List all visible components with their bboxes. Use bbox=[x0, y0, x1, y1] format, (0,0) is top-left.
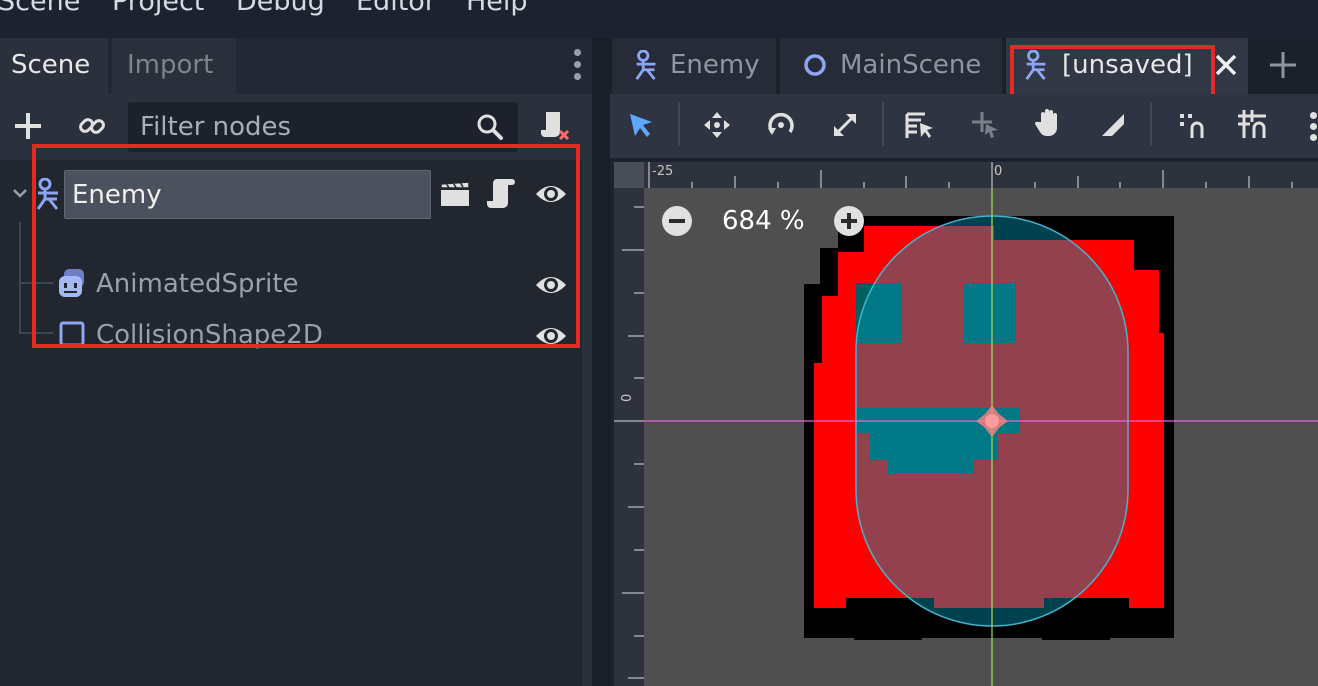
detach-script-icon[interactable] bbox=[538, 108, 572, 144]
smart-snap-icon[interactable] bbox=[1176, 110, 1206, 140]
scale-tool-icon[interactable] bbox=[830, 110, 860, 140]
search-icon bbox=[477, 114, 503, 140]
add-tab-icon[interactable] bbox=[1268, 50, 1298, 80]
close-icon[interactable] bbox=[1213, 52, 1239, 78]
menu-bar: Scene Project Debug Editor Help bbox=[0, 0, 1318, 20]
pivot-tool-icon[interactable] bbox=[970, 110, 1000, 140]
scene-tab-label: Enemy bbox=[670, 50, 760, 80]
scene-tab-label: [unsaved] bbox=[1062, 50, 1193, 80]
scene-tab-enemy[interactable]: Enemy bbox=[612, 38, 776, 94]
scene-dock: Scene Import Filter nodes Enemy Animated… bbox=[0, 38, 592, 686]
script-icon[interactable] bbox=[486, 176, 518, 212]
ruler-tool-icon[interactable] bbox=[1098, 110, 1128, 140]
menu-debug[interactable]: Debug bbox=[236, 0, 325, 17]
tab-scene[interactable]: Scene bbox=[0, 38, 108, 94]
select-tool-icon[interactable] bbox=[626, 110, 656, 140]
tree-row-animatedsprite[interactable]: AnimatedSprite bbox=[0, 259, 582, 309]
scene-tab-bar: Enemy MainScene [unsaved] bbox=[610, 38, 1318, 94]
ruler-corner bbox=[614, 162, 644, 188]
animated-sprite-icon bbox=[59, 269, 84, 297]
toolbar-separator bbox=[678, 102, 680, 146]
kinematic-body-icon bbox=[635, 50, 656, 81]
zoom-out-icon[interactable] bbox=[660, 204, 694, 238]
scene-toolbar bbox=[0, 96, 592, 158]
toolbar-more-icon[interactable] bbox=[1310, 112, 1318, 141]
pan-tool-icon[interactable] bbox=[1034, 108, 1064, 140]
list-select-tool-icon[interactable] bbox=[904, 110, 936, 140]
visibility-eye-icon[interactable] bbox=[534, 271, 568, 299]
move-tool-icon[interactable] bbox=[702, 110, 732, 140]
menu-help[interactable]: Help bbox=[466, 0, 528, 17]
zoom-controls: 684 % bbox=[660, 204, 880, 238]
kinematic-body-icon bbox=[36, 178, 59, 210]
scene-canvas bbox=[644, 188, 1318, 686]
tree-row-enemy[interactable]: Enemy bbox=[0, 170, 582, 220]
ruler-horizontal: -25 0 bbox=[644, 162, 1318, 188]
collapse-arrow-icon[interactable] bbox=[12, 185, 28, 201]
ruler-label: -25 bbox=[652, 164, 674, 179]
filter-box bbox=[128, 102, 518, 152]
visibility-eye-icon[interactable] bbox=[534, 180, 568, 208]
dock-menu-icon[interactable] bbox=[568, 46, 586, 86]
ruler-label: 0 bbox=[620, 393, 635, 402]
grid-snap-icon[interactable] bbox=[1236, 108, 1268, 140]
ruler-vertical: 0 bbox=[614, 188, 644, 686]
scene-tree: Enemy AnimatedSprite CollisionShape2D bbox=[0, 160, 582, 686]
zoom-in-icon[interactable] bbox=[832, 204, 866, 238]
ruler-ticks bbox=[614, 206, 644, 679]
menu-editor[interactable]: Editor bbox=[356, 0, 436, 17]
scene-tab-unsaved[interactable]: [unsaved] bbox=[1006, 38, 1248, 94]
tab-import[interactable]: Import bbox=[112, 38, 236, 94]
toolbar-separator bbox=[1150, 102, 1152, 146]
kinematic-body-icon bbox=[1025, 50, 1046, 81]
ruler-label: 0 bbox=[994, 164, 1003, 179]
ruler-ticks bbox=[648, 162, 1293, 188]
rotate-tool-icon[interactable] bbox=[766, 110, 796, 140]
viewport-toolbar bbox=[610, 94, 1318, 158]
filter-nodes-input[interactable] bbox=[140, 109, 460, 145]
scene-tab-label: MainScene bbox=[840, 50, 982, 80]
menu-project[interactable]: Project bbox=[112, 0, 204, 17]
node-label-animatedsprite: AnimatedSprite bbox=[96, 269, 299, 299]
visibility-eye-icon[interactable] bbox=[534, 322, 568, 350]
node-label-enemy: Enemy bbox=[72, 180, 162, 210]
tree-row-collisionshape2d[interactable]: CollisionShape2D bbox=[0, 310, 582, 360]
toolbar-separator bbox=[882, 102, 884, 146]
add-node-icon[interactable] bbox=[12, 110, 44, 142]
dock-split-bar[interactable] bbox=[592, 38, 610, 686]
menu-scene[interactable]: Scene bbox=[0, 0, 80, 17]
scene-tab-mainscene[interactable]: MainScene bbox=[780, 38, 1002, 94]
zoom-level-label[interactable]: 684 % bbox=[722, 204, 805, 238]
collision-shape-icon bbox=[59, 321, 85, 347]
node2d-icon bbox=[804, 54, 826, 76]
open-scene-icon[interactable] bbox=[438, 180, 472, 210]
node-label-collisionshape2d: CollisionShape2D bbox=[96, 320, 323, 350]
canvas-viewport[interactable] bbox=[644, 188, 1318, 686]
dock-tab-bar: Scene Import bbox=[0, 38, 592, 94]
instance-scene-icon[interactable] bbox=[76, 110, 108, 142]
